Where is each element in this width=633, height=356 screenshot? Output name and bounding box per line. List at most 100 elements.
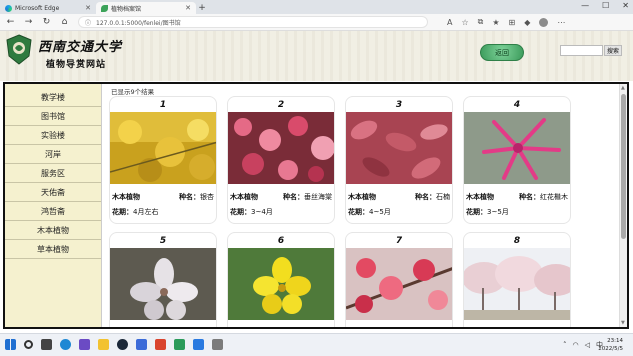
plant-card[interactable]: 2 木本植物 种名：垂丝海棠 花期：3~4月 xyxy=(227,96,335,224)
tab-title: 植物档案馆 xyxy=(111,5,142,13)
flowering-season: 花期：4~5月 xyxy=(348,208,391,216)
pear-blossom-image xyxy=(110,248,216,320)
folder-icon[interactable] xyxy=(98,339,109,350)
chevron-up-icon[interactable]: ˄ xyxy=(563,341,567,349)
scrollbar[interactable]: ▲ ▼ xyxy=(619,84,627,327)
taskbar: ˄ ◠ ◁ 中 23:14 2022/5/5 xyxy=(0,333,633,356)
close-tab-icon[interactable]: ✕ xyxy=(185,4,191,12)
steam-icon[interactable] xyxy=(117,339,128,350)
search-input[interactable] xyxy=(560,45,603,56)
brand: 西南交通大学 植物导赏网站 xyxy=(38,36,122,70)
card-number: 2 xyxy=(277,100,285,110)
app-icon[interactable] xyxy=(136,339,147,350)
brand-subtitle: 植物导赏网站 xyxy=(46,60,107,70)
url-field[interactable]: ⓘ 127.0.0.1:5000/fenlei/图书馆 xyxy=(78,16,428,28)
sidebar-item-herbaceous-plants[interactable]: 草本植物 xyxy=(5,240,101,259)
tab-plant-archive[interactable]: 植物档案馆 ✕ xyxy=(96,2,196,14)
cherry-trees-image xyxy=(464,248,570,320)
plant-card[interactable]: 5 xyxy=(109,232,217,327)
more-icon[interactable]: ⋯ xyxy=(557,18,565,27)
volume-icon[interactable]: ◁ xyxy=(585,341,590,349)
plant-species: 种名：石楠 xyxy=(415,193,450,201)
app-icon[interactable] xyxy=(155,339,166,350)
app-icon[interactable] xyxy=(79,339,90,350)
plant-species: 种名：垂丝海棠 xyxy=(283,193,332,201)
sidebar-item-tianyou-dorm[interactable]: 天佑斋 xyxy=(5,183,101,202)
task-view-icon[interactable] xyxy=(41,339,52,350)
minimize-icon[interactable]: — xyxy=(581,1,589,10)
browser-actions: A ☆ ⧉ ★ ⊞ ◆ ⋯ xyxy=(447,17,565,27)
plant-type: 木本植物 xyxy=(466,193,494,201)
photinia-image xyxy=(346,112,452,184)
url-text: 127.0.0.1:5000/fenlei/图书馆 xyxy=(96,19,181,27)
crabapple-image xyxy=(228,112,334,184)
profile-avatar[interactable] xyxy=(539,17,549,27)
app-icon[interactable] xyxy=(193,339,204,350)
plant-card[interactable]: 4 木本植物 种名：红花檵木 花期：3~5月 xyxy=(463,96,571,224)
card-number: 5 xyxy=(159,236,167,246)
close-window-icon[interactable]: ✕ xyxy=(622,1,629,10)
plum-blossom-image xyxy=(346,248,452,320)
tab-edge[interactable]: Microsoft Edge ✕ xyxy=(0,2,96,14)
card-number: 3 xyxy=(395,100,403,110)
results-area: 已显示9个结果 1 木本植物 种名：银杏 花期：4月左右 2 木本植物 种名：垂… xyxy=(109,84,619,327)
app-icon[interactable] xyxy=(212,339,223,350)
clock-time: 23:14 xyxy=(607,338,623,344)
read-aloud-icon[interactable]: A xyxy=(447,18,452,27)
clock-date: 2022/5/5 xyxy=(598,346,623,352)
collections-icon[interactable]: ⊞ xyxy=(509,18,516,27)
scroll-down-icon[interactable]: ▼ xyxy=(621,320,625,326)
taskbar-apps xyxy=(5,339,223,350)
sidebar-item-service-area[interactable]: 服务区 xyxy=(5,164,101,183)
flowering-season: 花期：3~5月 xyxy=(466,208,509,216)
sidebar-item-riverbank[interactable]: 河岸 xyxy=(5,145,101,164)
plant-card[interactable]: 6 xyxy=(227,232,335,327)
plant-card[interactable]: 7 xyxy=(345,232,453,327)
shield-icon[interactable]: ◆ xyxy=(524,18,530,27)
extension-icon[interactable]: ⧉ xyxy=(478,17,484,27)
scroll-thumb[interactable] xyxy=(621,94,626,239)
clock[interactable]: 23:14 2022/5/5 xyxy=(598,337,623,353)
plant-card[interactable]: 3 木本植物 种名：石楠 花期：4~5月 xyxy=(345,96,453,224)
scroll-up-icon[interactable]: ▲ xyxy=(621,85,625,91)
favorite-icon[interactable]: ☆ xyxy=(461,18,468,27)
sidebar-item-library[interactable]: 图书馆 xyxy=(5,107,101,126)
card-number: 8 xyxy=(513,236,521,246)
back-button[interactable]: 返回 xyxy=(480,44,524,61)
new-tab-icon[interactable]: + xyxy=(196,2,208,14)
search-button[interactable]: 搜索 xyxy=(604,45,622,56)
plant-type: 木本植物 xyxy=(230,193,258,201)
back-arrow-icon[interactable]: ← xyxy=(6,17,15,27)
plant-card[interactable]: 1 木本植物 种名：银杏 花期：4月左右 xyxy=(109,96,217,224)
home-icon[interactable]: ⌂ xyxy=(60,17,69,27)
sidebar-item-teaching-building[interactable]: 教学楼 xyxy=(5,88,101,107)
tab-title: Microsoft Edge xyxy=(15,4,60,12)
plant-card[interactable]: 8 xyxy=(463,232,571,327)
maximize-icon[interactable]: ☐ xyxy=(602,1,609,10)
refresh-icon[interactable]: ↻ xyxy=(42,17,51,27)
flowering-season: 花期：3~4月 xyxy=(230,208,273,216)
edge-icon[interactable] xyxy=(60,339,71,350)
plant-species: 种名：红花檵木 xyxy=(519,193,568,201)
windows-start-icon[interactable] xyxy=(5,339,16,350)
card-number: 7 xyxy=(395,236,403,246)
result-count: 已显示9个结果 xyxy=(111,88,155,96)
forward-arrow-icon[interactable]: → xyxy=(24,17,33,27)
wifi-icon[interactable]: ◠ xyxy=(573,341,579,349)
sidebar-item-woody-plants[interactable]: 木本植物 xyxy=(5,221,101,240)
close-tab-icon[interactable]: ✕ xyxy=(85,4,91,12)
card-number: 6 xyxy=(277,236,285,246)
edge-icon xyxy=(5,4,12,12)
sidebar-item-hongzhe-dorm[interactable]: 鸿哲斋 xyxy=(5,202,101,221)
loropetalum-image xyxy=(464,112,570,184)
card-number: 4 xyxy=(513,100,521,110)
favorites-icon[interactable]: ★ xyxy=(492,18,499,27)
brand-name: 西南交通大学 xyxy=(38,40,123,55)
leaf-icon xyxy=(101,4,108,12)
search-icon[interactable] xyxy=(24,340,33,349)
card-number: 1 xyxy=(159,100,167,110)
plant-type: 木本植物 xyxy=(348,193,376,201)
app-icon[interactable] xyxy=(174,339,185,350)
sidebar-item-lab-building[interactable]: 实验楼 xyxy=(5,126,101,145)
flowering-season: 花期：4月左右 xyxy=(112,208,159,216)
